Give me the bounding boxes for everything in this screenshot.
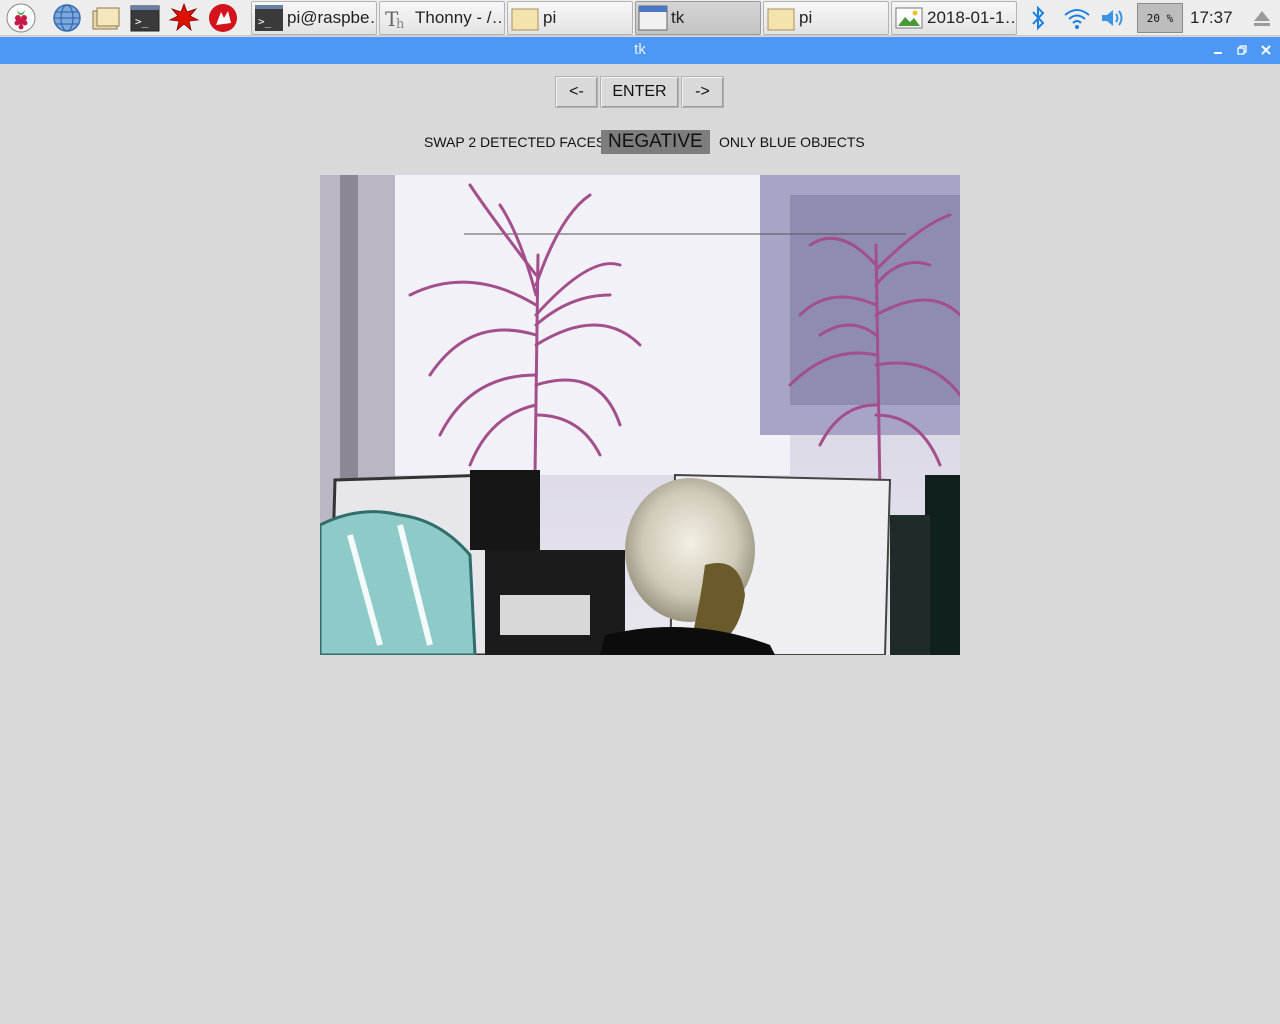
mathematica-icon[interactable] <box>168 2 200 34</box>
task-terminal[interactable]: >_ pi@raspbe… <box>251 1 377 35</box>
filter-option-next: ONLY BLUE OBJECTS <box>719 134 865 150</box>
image-viewer-icon <box>894 4 924 32</box>
task-label: pi <box>543 8 557 27</box>
svg-text:>_: >_ <box>135 15 149 28</box>
minimize-button[interactable] <box>1210 42 1226 58</box>
previous-filter-button[interactable]: <- <box>555 76 598 108</box>
terminal-icon: >_ <box>254 4 284 32</box>
taskbar: >_ >_ pi@raspbe… Th Thonny - /… pi tk <box>0 0 1280 36</box>
thonny-icon: Th <box>382 4 412 32</box>
wolfram-icon[interactable] <box>207 2 239 34</box>
task-folder-pi-2[interactable]: pi <box>763 1 889 35</box>
camera-preview <box>320 175 960 655</box>
terminal-icon[interactable]: >_ <box>129 2 161 34</box>
filter-option-selected: NEGATIVE <box>601 130 710 154</box>
task-label: pi@raspbe… <box>287 8 376 27</box>
svg-text:>_: >_ <box>258 15 272 28</box>
maximize-button[interactable] <box>1234 42 1250 58</box>
task-folder-pi[interactable]: pi <box>507 1 633 35</box>
enter-button[interactable]: ENTER <box>600 76 679 108</box>
cpu-usage-monitor[interactable]: 20 % <box>1137 3 1183 33</box>
task-image-viewer[interactable]: 2018-01-1… <box>891 1 1017 35</box>
task-label: Thonny - /… <box>415 8 504 27</box>
task-tk[interactable]: tk <box>635 1 761 35</box>
folder-icon <box>766 4 796 32</box>
window-titlebar[interactable]: tk <box>0 37 1280 64</box>
bluetooth-icon[interactable] <box>1026 2 1050 34</box>
volume-icon[interactable] <box>1098 2 1128 34</box>
task-thonny[interactable]: Th Thonny - /… <box>379 1 505 35</box>
close-button[interactable] <box>1258 42 1274 58</box>
next-filter-button[interactable]: -> <box>681 76 724 108</box>
svg-text:h: h <box>396 17 405 32</box>
raspberry-pi-menu-icon[interactable] <box>5 2 37 34</box>
folder-icon <box>510 4 540 32</box>
task-label: 2018-01-1… <box>927 8 1016 27</box>
clock[interactable]: 17:37 <box>1190 8 1233 28</box>
window-title: tk <box>634 41 646 58</box>
task-label: pi <box>799 8 813 27</box>
web-browser-icon[interactable] <box>51 2 83 34</box>
filter-option-previous: SWAP 2 DETECTED FACES <box>424 134 606 150</box>
file-manager-icon[interactable] <box>90 2 122 34</box>
eject-icon[interactable] <box>1248 2 1276 34</box>
wifi-icon[interactable] <box>1062 2 1092 34</box>
window-icon <box>638 4 668 32</box>
task-label: tk <box>671 8 685 27</box>
